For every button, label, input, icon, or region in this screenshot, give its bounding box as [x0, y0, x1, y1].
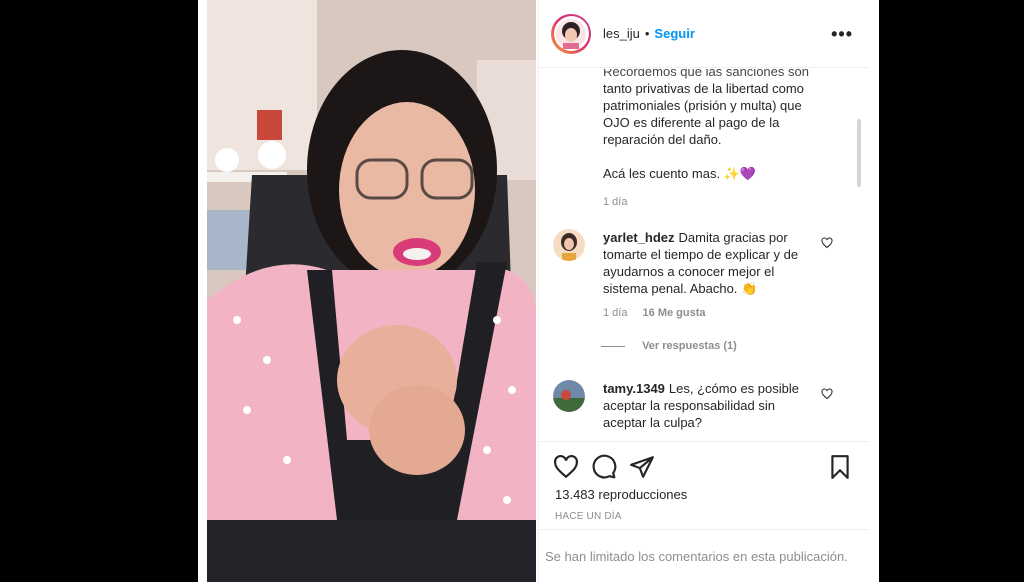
- post-actions: 13.483 reproducciones HACE UN DÍA: [539, 441, 869, 529]
- post-timestamp[interactable]: HACE UN DÍA: [555, 511, 622, 522]
- commenter-avatar[interactable]: [553, 380, 585, 412]
- comments-limited-notice: Se han limitado los comentarios en esta …: [539, 529, 869, 582]
- heart-icon[interactable]: [821, 388, 833, 400]
- comment-meta: 1 día 16 Me gusta: [603, 305, 813, 322]
- comment-time: 1 día: [603, 307, 628, 319]
- avatar-illustration-icon: [556, 18, 586, 49]
- post-caption: Recordemos que las sanciones son tanto p…: [603, 69, 823, 211]
- save-icon[interactable]: [827, 454, 853, 480]
- comments-section[interactable]: Recordemos que las sanciones son tanto p…: [539, 69, 869, 441]
- view-replies[interactable]: Ver respuestas (1): [601, 338, 813, 355]
- caption-closing: Acá les cuento mas. ✨💜: [603, 166, 757, 181]
- heart-icon[interactable]: [821, 237, 833, 249]
- comment-body: tamy.1349 Les, ¿cómo es posible aceptar l…: [603, 380, 813, 431]
- caption-truncated-line: Recordemos que las sanciones son: [603, 69, 809, 79]
- separator-dot: •: [644, 26, 650, 41]
- commenter-avatar[interactable]: [553, 229, 585, 261]
- comment-body: yarlet_hdez Damita gracias por tomarte el…: [601, 229, 813, 355]
- view-replies-label[interactable]: Ver respuestas (1): [642, 340, 737, 352]
- instagram-post-modal: les_iju • Seguir ••• Recordemos que las …: [198, 0, 879, 582]
- share-icon[interactable]: [629, 454, 655, 480]
- comment-likes[interactable]: 16 Me gusta: [643, 307, 706, 319]
- comments-scrollbar[interactable]: [857, 119, 861, 187]
- author-avatar[interactable]: [551, 13, 591, 54]
- caption-time: 1 día: [603, 196, 628, 208]
- post-details-panel: les_iju • Seguir ••• Recordemos que las …: [538, 0, 869, 582]
- comment-username[interactable]: tamy.1349: [603, 381, 665, 396]
- post-header: les_iju • Seguir •••: [539, 0, 869, 68]
- author-username[interactable]: les_iju: [603, 26, 640, 41]
- comment-username[interactable]: yarlet_hdez: [603, 230, 675, 245]
- comment-icon[interactable]: [591, 454, 617, 480]
- commenter-avatar-icon: [553, 380, 585, 412]
- like-icon[interactable]: [553, 454, 579, 480]
- video-frame-illustration: [207, 0, 536, 582]
- post-video[interactable]: [207, 0, 536, 582]
- replies-line: [601, 345, 625, 347]
- commenter-avatar-icon: [553, 229, 585, 261]
- view-count[interactable]: 13.483 reproducciones: [555, 487, 687, 502]
- follow-button[interactable]: Seguir: [654, 26, 694, 41]
- more-icon[interactable]: •••: [831, 24, 853, 45]
- caption-body: tanto privativas de la libertad como pat…: [603, 81, 804, 147]
